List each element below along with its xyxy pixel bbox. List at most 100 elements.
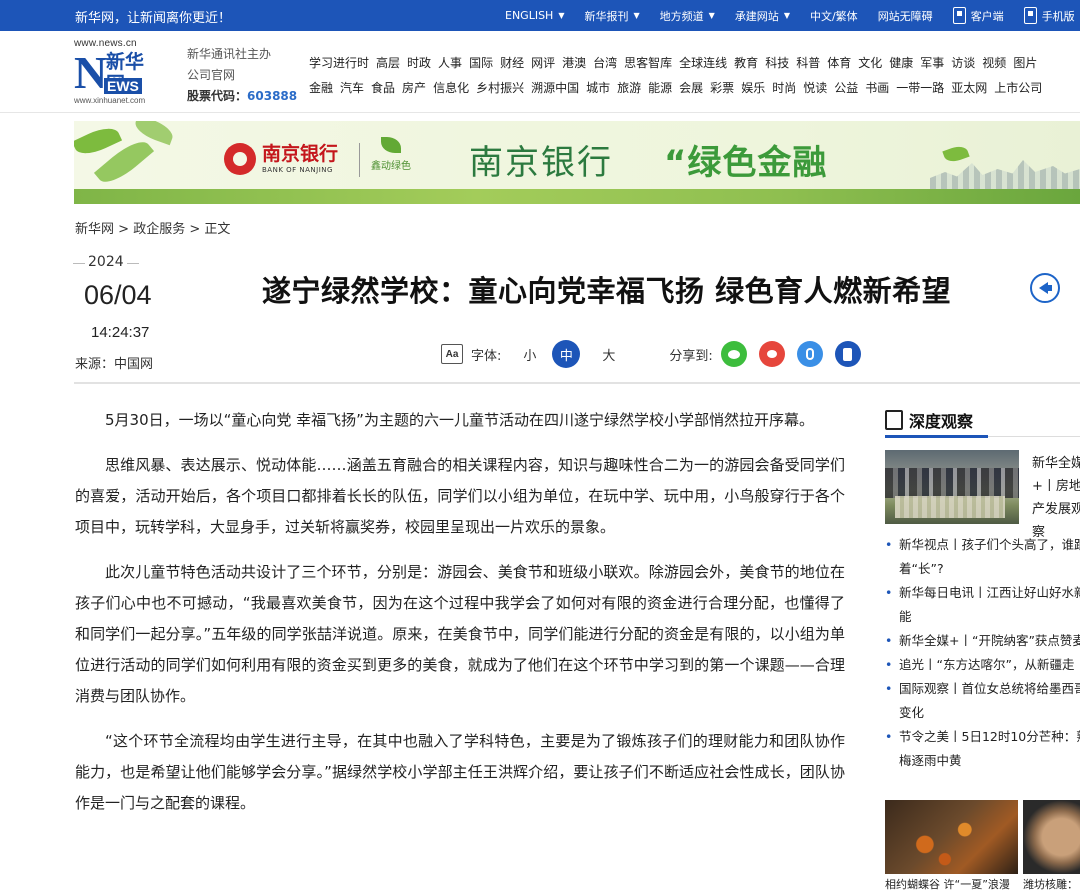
category-nav-item[interactable]: 汽车 <box>340 79 364 96</box>
category-nav-item[interactable]: 金融 <box>309 79 333 96</box>
category-nav-item[interactable]: 健康 <box>889 54 913 71</box>
list-item[interactable]: 国际观察丨首位女总统将给墨西哥些变化 <box>885 677 1080 725</box>
sidebar-lead-link[interactable]: 新华全媒+丨房地产发展观察 <box>1032 452 1080 544</box>
logo-domain: www.xinhuanet.com <box>74 96 146 105</box>
sidebar-caption[interactable]: 潍坊核雕： <box>1023 876 1078 892</box>
category-nav-item[interactable]: 旅游 <box>617 79 641 96</box>
category-nav-item[interactable]: 港澳 <box>562 54 586 71</box>
category-nav-item[interactable]: 视频 <box>982 54 1006 71</box>
article-source: 来源：中国网 <box>75 357 154 372</box>
list-item[interactable]: 新华每日电讯丨江西让好山好水新动能 <box>885 581 1080 629</box>
category-nav-item[interactable]: 房产 <box>402 79 426 96</box>
category-nav-item[interactable]: 人事 <box>438 54 462 71</box>
list-item[interactable]: 节令之美丨5日12时10分芒种：熟，梅逐雨中黄 <box>885 725 1080 773</box>
category-nav-item[interactable]: 访谈 <box>951 54 975 71</box>
sprout-decoration <box>942 143 970 165</box>
category-nav-item[interactable]: 娱乐 <box>741 79 765 96</box>
category-nav-item[interactable]: 上市公司 <box>994 79 1042 96</box>
category-nav-item[interactable]: 时尚 <box>772 79 796 96</box>
category-nav-item[interactable]: 公益 <box>834 79 858 96</box>
category-nav-item[interactable]: 体育 <box>827 54 851 71</box>
category-nav-item[interactable]: 书画 <box>865 79 889 96</box>
nav-local-channels[interactable]: 地方频道 ▼ <box>660 8 715 24</box>
category-nav-item[interactable]: 会展 <box>679 79 703 96</box>
chevron-down-icon: ▼ <box>633 11 640 20</box>
category-nav-item[interactable]: 信息化 <box>433 79 469 96</box>
logo-name-en: EWS <box>104 78 142 94</box>
category-nav-item[interactable]: 悦读 <box>803 79 827 96</box>
category-nav-item[interactable]: 学习进行时 <box>309 54 369 71</box>
category-nav-item[interactable]: 能源 <box>648 79 672 96</box>
top-nav: ENGLISH ▼ 新华报刊 ▼ 地方频道 ▼ 承建网站 ▼ 中文/繁体 网站无障碍 客… <box>505 0 1080 31</box>
list-item[interactable]: 新华全媒+丨“开院纳客”获点赞麦收 <box>885 629 1080 653</box>
share-label: 分享到: <box>669 348 713 364</box>
category-nav-item[interactable]: 乡村振兴 <box>476 79 524 96</box>
category-nav-item[interactable]: 一带一路 <box>896 79 944 96</box>
category-nav-item[interactable]: 彩票 <box>710 79 734 96</box>
category-nav-item[interactable]: 高层 <box>376 54 400 71</box>
sidebar-lead-image[interactable] <box>885 450 1019 524</box>
category-nav-item[interactable]: 思客智库 <box>624 54 672 71</box>
list-item[interactable]: 追光丨“东方达喀尔”，从新疆走 <box>885 653 1080 677</box>
breadcrumb-home[interactable]: 新华网 <box>75 222 114 237</box>
category-nav-item[interactable]: 财经 <box>500 54 524 71</box>
category-nav-item[interactable]: 科技 <box>765 54 789 71</box>
link-share-icon[interactable] <box>796 341 823 367</box>
chevron-down-icon: ▼ <box>783 11 790 20</box>
font-size-large[interactable]: 大 <box>602 345 615 364</box>
category-nav-item[interactable]: 时政 <box>407 54 431 71</box>
green-brand: 鑫动绿色 <box>371 137 411 172</box>
speaker-icon[interactable] <box>1030 273 1060 303</box>
weibo-share-icon[interactable] <box>758 341 785 367</box>
category-nav-item[interactable]: 网评 <box>531 54 555 71</box>
phone-icon <box>1023 7 1037 24</box>
font-size-icon: Aa <box>441 344 463 364</box>
sidebar-heading: 深度观察 <box>885 408 973 432</box>
nav-newspapers[interactable]: 新华报刊 ▼ <box>585 8 640 24</box>
category-nav-item[interactable]: 城市 <box>586 79 610 96</box>
sidebar-heading-accent <box>885 435 988 438</box>
category-nav-item[interactable]: 全球连线 <box>679 54 727 71</box>
nav-english[interactable]: ENGLISH ▼ <box>505 9 565 22</box>
category-nav-item[interactable]: 亚太网 <box>951 79 987 96</box>
nav-hosted-sites[interactable]: 承建网站 ▼ <box>735 8 790 24</box>
mobile-share-icon[interactable] <box>834 341 861 367</box>
category-nav-row2: 金融 汽车 食品 房产 信息化 乡村振兴 溯源中国 城市 旅游 能源 会展 彩票 娱乐 时尚 悦读 公益 书画一… <box>309 79 1049 96</box>
bank-logo: 南京银行 BANK OF NANJING <box>224 143 338 175</box>
sidebar-caption[interactable]: 相约蝴蝶谷 许“一夏”浪漫 <box>885 876 1010 892</box>
font-size-medium[interactable]: 中 <box>552 340 581 368</box>
category-nav-item[interactable]: 科普 <box>796 54 820 71</box>
breadcrumb-current: 正文 <box>204 222 231 237</box>
category-nav-item[interactable]: 图片 <box>1013 54 1037 71</box>
publish-year: 2024 <box>73 254 139 270</box>
category-nav-item[interactable]: 台湾 <box>593 54 617 71</box>
nav-accessibility[interactable]: 网站无障碍 <box>878 8 933 24</box>
agency-line2: 公司官网 <box>187 68 236 82</box>
category-nav-item[interactable]: 国际 <box>469 54 493 71</box>
category-nav-item[interactable]: 文化 <box>858 54 882 71</box>
sidebar-thumb-carving[interactable] <box>1023 800 1080 874</box>
ad-banner[interactable]: 南京银行 BANK OF NANJING 鑫动绿色 南京银行 “绿色金融 <box>74 121 1080 204</box>
category-nav-item[interactable]: 军事 <box>920 54 944 71</box>
category-nav-item[interactable]: 溯源中国 <box>531 79 579 96</box>
phone-icon <box>952 7 966 24</box>
nav-mobile[interactable]: 手机版 <box>1023 7 1075 24</box>
breadcrumb: 新华网 > 政企服务 > 正文 <box>75 222 231 237</box>
logo-letter: N <box>74 47 108 98</box>
category-nav-item[interactable]: 食品 <box>371 79 395 96</box>
nav-simplified-traditional[interactable]: 中文/繁体 <box>810 8 858 24</box>
font-size-small[interactable]: 小 <box>523 345 536 364</box>
wechat-share-icon[interactable] <box>720 341 747 367</box>
category-nav-item[interactable]: 教育 <box>734 54 758 71</box>
nav-client-app[interactable]: 客户端 <box>952 7 1004 24</box>
sprout-icon <box>381 137 401 153</box>
stock-code: 股票代码：603888 <box>187 89 298 103</box>
site-slogan: 新华网，让新闻离你更近！ <box>75 11 232 26</box>
article-title: 遂宁绿然学校：童心向党幸福飞扬 绿色育人燃新希望 <box>262 274 952 308</box>
breadcrumb-section[interactable]: 政企服务 <box>133 222 185 237</box>
book-icon <box>885 410 903 430</box>
site-logo[interactable]: www.news.cn N 新华网 EWS www.xinhuanet.com <box>74 38 156 106</box>
publish-date: 06/04 <box>84 280 152 310</box>
list-item[interactable]: 新华视点丨孩子们个头高了，谁跟着“长”? <box>885 533 1080 581</box>
sidebar-thumb-butterfly[interactable] <box>885 800 1018 874</box>
